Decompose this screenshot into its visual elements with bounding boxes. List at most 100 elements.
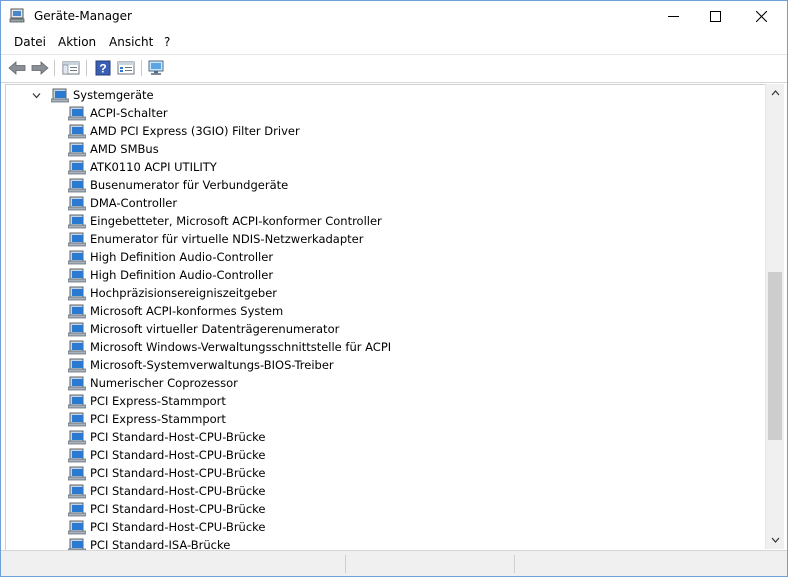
device-label: Hochpräzisionsereigniszeitgeber xyxy=(90,286,277,300)
back-button[interactable] xyxy=(7,58,27,78)
device-label: Microsoft virtueller Datenträgerenumerat… xyxy=(90,322,340,336)
system-device-icon xyxy=(68,214,86,229)
device-row[interactable]: Microsoft-Systemverwaltungs-BIOS-Treiber xyxy=(68,356,334,374)
close-button[interactable] xyxy=(738,1,784,32)
device-row[interactable]: PCI Express-Stammport xyxy=(68,392,226,410)
device-row[interactable]: Microsoft virtueller Datenträgerenumerat… xyxy=(68,320,339,338)
system-device-icon xyxy=(68,502,86,517)
system-device-icon xyxy=(68,412,86,427)
device-row[interactable]: High Definition Audio-Controller xyxy=(68,266,273,284)
help-button[interactable]: ? xyxy=(93,58,113,78)
system-device-icon xyxy=(68,358,86,373)
device-label: PCI Standard-Host-CPU-Brücke xyxy=(90,484,266,498)
device-row[interactable]: PCI Standard-Host-CPU-Brücke xyxy=(68,482,266,500)
scan-hardware-button[interactable] xyxy=(147,58,167,78)
system-device-icon xyxy=(68,466,86,481)
device-row[interactable]: AMD SMBus xyxy=(68,140,159,158)
title-bar[interactable]: Geräte-Manager xyxy=(1,1,787,32)
device-row[interactable]: Microsoft ACPI-konformes System xyxy=(68,302,283,320)
system-device-icon xyxy=(68,142,86,157)
device-row[interactable]: ATK0110 ACPI UTILITY xyxy=(68,158,217,176)
system-device-icon xyxy=(68,196,86,211)
system-device-icon xyxy=(68,268,86,283)
window-title: Geräte-Manager xyxy=(34,9,132,23)
minimize-icon xyxy=(667,16,679,17)
menu-datei[interactable]: Datei xyxy=(14,35,46,49)
scroll-down-button[interactable] xyxy=(766,531,784,549)
status-bar xyxy=(1,550,787,576)
device-row[interactable]: Microsoft Windows-Verwaltungsschnittstel… xyxy=(68,338,391,356)
device-label: PCI Express-Stammport xyxy=(90,394,226,408)
device-row[interactable]: Busenumerator für Verbundgeräte xyxy=(68,176,288,194)
device-row[interactable]: PCI Standard-Host-CPU-Brücke xyxy=(68,446,266,464)
maximize-icon xyxy=(709,11,721,22)
device-label: PCI Standard-Host-CPU-Brücke xyxy=(90,466,266,480)
system-device-icon xyxy=(68,394,86,409)
chevron-down-icon xyxy=(771,537,779,543)
vertical-scrollbar[interactable] xyxy=(765,84,784,549)
device-row[interactable]: DMA-Controller xyxy=(68,194,177,212)
device-row[interactable]: Eingebetteter, Microsoft ACPI-konformer … xyxy=(68,212,382,230)
device-label: Numerischer Coprozessor xyxy=(90,376,238,390)
device-row[interactable]: PCI Standard-Host-CPU-Brücke xyxy=(68,500,266,518)
device-row[interactable]: PCI Standard-Host-CPU-Brücke xyxy=(68,464,266,482)
device-row[interactable]: Numerischer Coprozessor xyxy=(68,374,238,392)
toolbar-separator xyxy=(54,60,55,76)
system-device-icon xyxy=(68,322,86,337)
device-label: PCI Standard-Host-CPU-Brücke xyxy=(90,448,266,462)
device-row[interactable]: PCI Standard-Host-CPU-Brücke xyxy=(68,518,266,536)
tree-category-label: Systemgeräte xyxy=(73,88,154,102)
device-label: Enumerator für virtuelle NDIS-Netzwerkad… xyxy=(90,232,364,246)
device-row[interactable]: ACPI-Schalter xyxy=(68,104,168,122)
scroll-up-button[interactable] xyxy=(766,84,784,102)
device-label: Microsoft Windows-Verwaltungsschnittstel… xyxy=(90,340,392,354)
system-device-icon xyxy=(68,250,86,265)
system-device-icon xyxy=(68,106,86,121)
system-device-icon xyxy=(68,538,86,550)
chevron-up-icon xyxy=(771,90,779,96)
console-tree-button[interactable] xyxy=(61,58,81,78)
properties-button[interactable] xyxy=(116,58,136,78)
close-icon xyxy=(755,11,767,22)
toolbar-separator xyxy=(141,60,142,76)
menu-help[interactable]: ? xyxy=(164,35,170,49)
device-row[interactable]: Hochpräzisionsereigniszeitgeber xyxy=(68,284,277,302)
device-row[interactable]: PCI Standard-ISA-Brücke xyxy=(68,536,230,550)
device-row[interactable]: AMD PCI Express (3GIO) Filter Driver xyxy=(68,122,300,140)
menu-ansicht[interactable]: Ansicht xyxy=(109,35,153,49)
forward-arrow-icon xyxy=(31,61,49,75)
tree-category-row[interactable]: Systemgeräte xyxy=(32,86,154,104)
device-label: PCI Express-Stammport xyxy=(90,412,226,426)
forward-button[interactable] xyxy=(30,58,50,78)
device-label: Eingebetteter, Microsoft ACPI-konformer … xyxy=(90,214,382,228)
properties-icon xyxy=(117,61,135,75)
device-label: PCI Standard-Host-CPU-Brücke xyxy=(90,430,266,444)
status-panel xyxy=(514,555,705,573)
device-manager-window: Geräte-Manager Datei Aktion Ansicht ? ? … xyxy=(0,0,788,577)
device-row[interactable]: PCI Express-Stammport xyxy=(68,410,226,428)
maximize-button[interactable] xyxy=(692,1,738,32)
chevron-down-icon[interactable] xyxy=(32,91,41,100)
toolbar: ? xyxy=(1,54,787,83)
device-label: PCI Standard-Host-CPU-Brücke xyxy=(90,520,266,534)
device-row[interactable]: PCI Standard-Host-CPU-Brücke xyxy=(68,428,266,446)
toolbar-separator xyxy=(86,60,87,76)
device-tree[interactable]: Systemgeräte ACPI-Schalter AMD PCI Expres… xyxy=(5,84,766,551)
show-hide-console-tree-icon xyxy=(62,61,80,75)
system-device-icon xyxy=(68,178,86,193)
device-row[interactable]: Enumerator für virtuelle NDIS-Netzwerkad… xyxy=(68,230,363,248)
device-row[interactable]: High Definition Audio-Controller xyxy=(68,248,273,266)
device-label: AMD SMBus xyxy=(90,142,159,156)
system-device-icon xyxy=(68,286,86,301)
system-device-icon xyxy=(68,340,86,355)
system-device-icon xyxy=(68,430,86,445)
minimize-button[interactable] xyxy=(650,1,696,32)
device-label: PCI Standard-Host-CPU-Brücke xyxy=(90,502,266,516)
device-manager-app-icon xyxy=(9,8,25,23)
help-icon: ? xyxy=(95,60,111,76)
system-device-icon xyxy=(68,376,86,391)
scrollbar-thumb[interactable] xyxy=(768,272,782,440)
device-label: ACPI-Schalter xyxy=(90,106,168,120)
menu-aktion[interactable]: Aktion xyxy=(58,35,96,49)
system-device-icon xyxy=(68,448,86,463)
